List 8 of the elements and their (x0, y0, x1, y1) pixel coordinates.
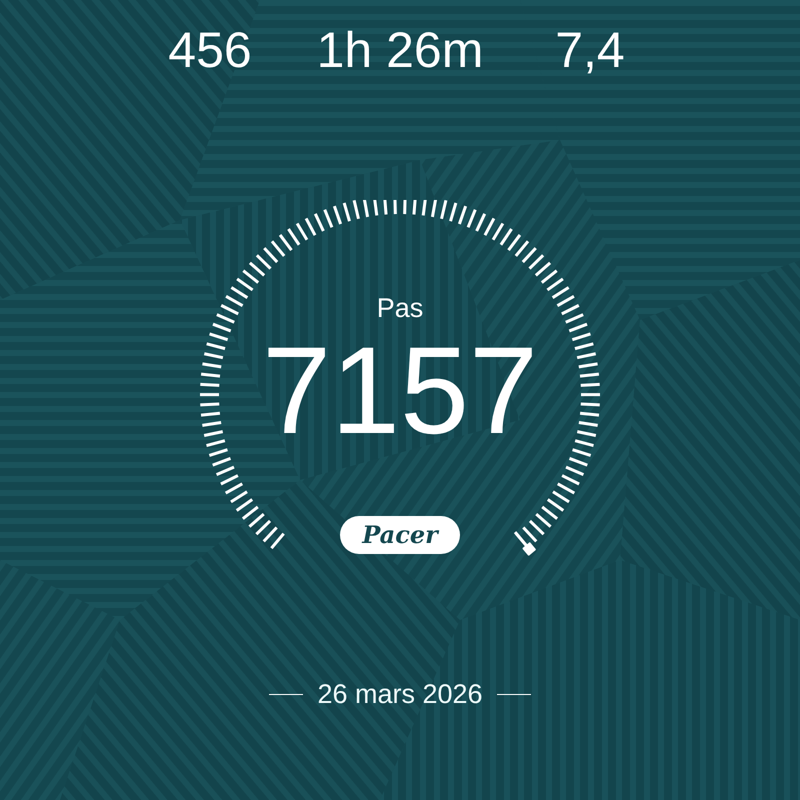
stat-value: 456 (167, 22, 253, 78)
stat-value: 1h 26m (316, 22, 484, 78)
date-label: 26 mars 2026 (317, 678, 483, 710)
progress-marker (514, 531, 536, 556)
stat-value: 7,4 (554, 22, 626, 78)
steps-count: 7157 (262, 326, 538, 456)
steps-label: Pas (376, 292, 424, 324)
brand-logo: Pacer (340, 516, 460, 554)
